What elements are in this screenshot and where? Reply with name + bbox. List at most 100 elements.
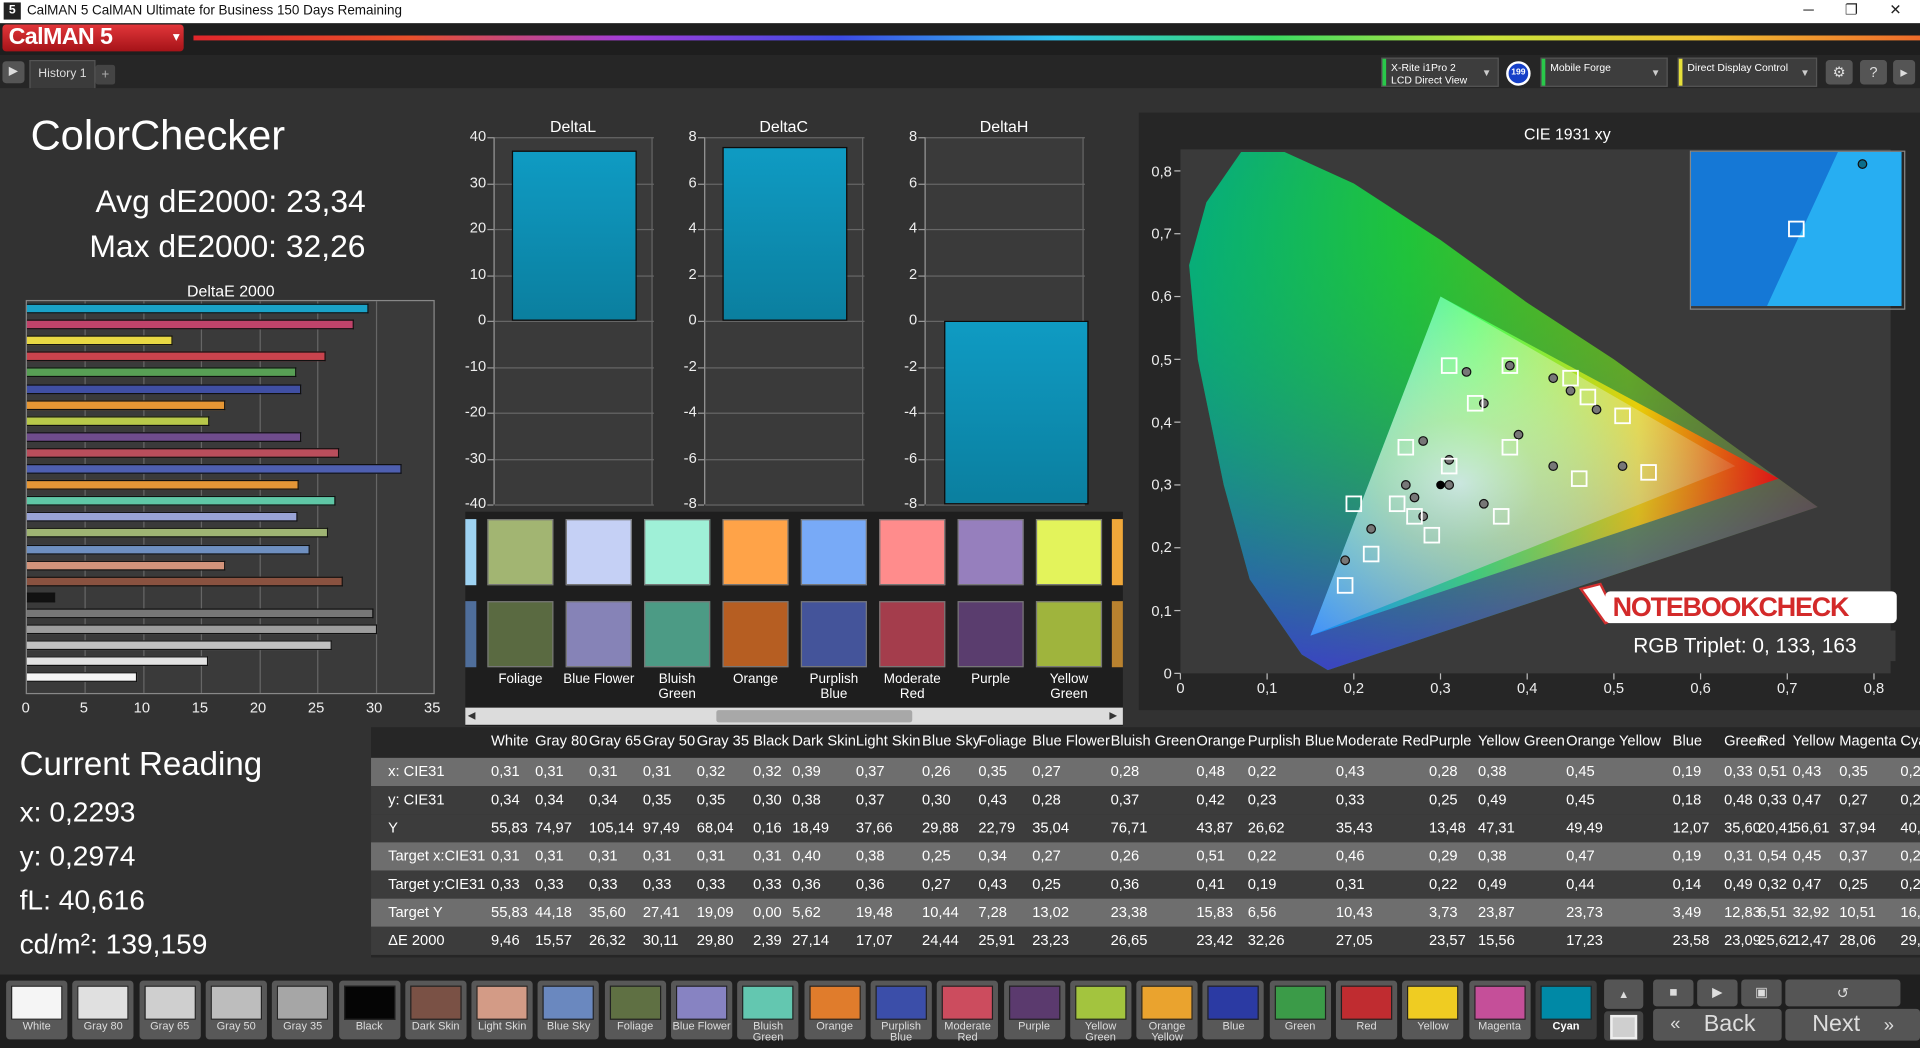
patch-color [1074,985,1127,1020]
patch-button[interactable]: Blue [1202,980,1265,1040]
patch-button[interactable]: Blue Flower [671,980,733,1040]
scroll-right-icon[interactable]: ▶ [1109,710,1117,721]
actual-swatch[interactable] [487,601,554,668]
patch-label: Moderate Red [944,1019,991,1044]
patch-color [1141,985,1193,1020]
next-button[interactable]: Next » [1785,1008,1920,1041]
actual-swatch[interactable] [800,601,867,668]
patch-button[interactable]: Purplish Blue [870,980,932,1042]
patch-button[interactable]: Cyan [1535,980,1597,1040]
measured-point [1400,480,1411,490]
patch-label: Bluish Green [752,1019,784,1044]
device-generator-name: Mobile Forge [1550,61,1611,74]
patch-button[interactable]: Magenta [1468,980,1531,1040]
back-label: Back [1703,1011,1756,1037]
swatch-label: Purplish Blue [809,672,859,702]
y-tick-label: -4 [683,402,697,420]
target-swatch[interactable] [487,519,554,586]
patch-button[interactable]: Yellow [1402,980,1464,1040]
meter-badge[interactable]: 199 [1506,61,1531,86]
patch-button[interactable]: Gray 50 [205,980,267,1040]
actual-swatch[interactable] [1035,601,1103,668]
measured-point [1548,461,1559,472]
play-icon[interactable]: ▶ [1697,979,1738,1007]
device-display[interactable]: Direct Display Control ▼ [1677,57,1818,87]
patch-button[interactable]: Orange [803,980,866,1040]
patch-label: Blue Flower [672,1019,731,1033]
patch-button[interactable]: Gray 65 [139,980,201,1040]
target-swatch[interactable] [957,519,1024,586]
device-meter[interactable]: X-Rite i1Pro 2 LCD Direct View ▼ [1381,57,1499,87]
patch-button[interactable]: Orange Yellow [1136,980,1198,1042]
table-cell: 0,23 [1247,790,1277,809]
grid-line [705,366,865,368]
patch-button[interactable]: Gray 35 [272,980,334,1040]
swatch-label: Foliage [498,672,543,687]
cie-y-tick: 0 [1163,664,1172,682]
table-header-row: White Gray 80 Gray 65 Gray 50 Gray 35 Black Da… [371,727,1920,755]
patch-button[interactable]: Green [1269,980,1331,1040]
swatch-scrollbar[interactable]: ◀ ▶ [465,707,1123,725]
patch-button[interactable]: Light Skin [471,980,533,1040]
actual-swatch[interactable] [644,601,711,668]
target-swatch[interactable] [722,519,789,586]
table-cell: 27,14 [792,931,830,949]
maximize-button[interactable]: ❐ [1833,1,1870,21]
actual-swatch[interactable] [879,601,946,668]
patch-button[interactable]: Blue Sky [538,980,600,1040]
target-swatch[interactable] [800,519,867,586]
scroll-left-icon[interactable]: ◀ [468,710,476,721]
device-pattern-generator[interactable]: Mobile Forge ▼ [1540,57,1668,87]
swatch-label: Blue Flower [563,672,635,687]
patch-button[interactable]: Moderate Red [936,980,999,1044]
actual-swatch[interactable] [722,601,789,668]
patch-label: Yellow Green [1084,1019,1117,1044]
table-cell: 13,48 [1428,819,1466,837]
grid-line [494,458,654,460]
patch-button[interactable]: Dark Skin [405,980,467,1040]
actual-swatch[interactable] [565,601,632,668]
actual-swatch[interactable] [957,601,1024,668]
help-icon[interactable]: ? [1860,59,1887,85]
patch-button[interactable]: Gray 80 [72,980,134,1040]
swatch-strip: Foliage Blue Flower Bluish Green Orange Purp… [465,511,1123,727]
target-swatch[interactable] [644,519,711,586]
target-swatch[interactable] [565,519,632,586]
stop-icon[interactable]: ■ [1653,979,1694,1007]
back-button[interactable]: « Back [1653,1008,1782,1041]
play-icon[interactable]: ▶ [2,61,25,84]
table-cell: 0,28 [1110,762,1140,780]
color-chip-button[interactable] [1604,1011,1644,1041]
add-tab-button[interactable]: + [95,64,116,85]
table-cell: 0,39 [792,762,821,780]
table-cell: 37,94 [1839,819,1876,837]
close-button[interactable]: ✕ [1877,1,1914,21]
tick-mark [918,183,925,185]
patch-button[interactable]: Black [338,980,400,1040]
save-icon[interactable]: ▣ [1741,979,1782,1007]
calman-menu-button[interactable]: CalMAN 5 ▾ [2,24,184,52]
undo-icon[interactable]: ↺ [1785,979,1901,1007]
patch-color [675,985,728,1020]
patch-button[interactable]: Red [1335,980,1398,1040]
grid-line [925,274,1085,277]
patch-button[interactable]: White [6,980,68,1040]
target-swatch[interactable] [1035,519,1103,586]
patch-color [1008,985,1060,1020]
gear-icon[interactable]: ⚙ [1825,59,1853,85]
chevron-down-icon: ▾ [173,30,179,45]
minimize-button[interactable]: ─ [1790,1,1827,21]
expand-icon[interactable]: ▸ [1893,59,1916,85]
patch-button[interactable]: Yellow Green [1069,980,1132,1044]
y-tick-label: 30 [469,173,487,191]
patch-button[interactable]: Purple [1003,980,1065,1040]
table-cell: 15,57 [535,931,572,949]
scrollbar-thumb[interactable] [716,710,913,723]
patch-button[interactable]: Foliage [604,980,666,1040]
chip-icon [1610,1014,1638,1039]
tab-history-1[interactable]: History 1 [29,59,96,89]
target-swatch[interactable] [879,519,946,586]
up-arrow-icon[interactable]: ▲ [1604,979,1644,1009]
cie-x-tick: 0,4 [1516,679,1538,697]
patch-button[interactable]: Bluish Green [737,980,799,1044]
